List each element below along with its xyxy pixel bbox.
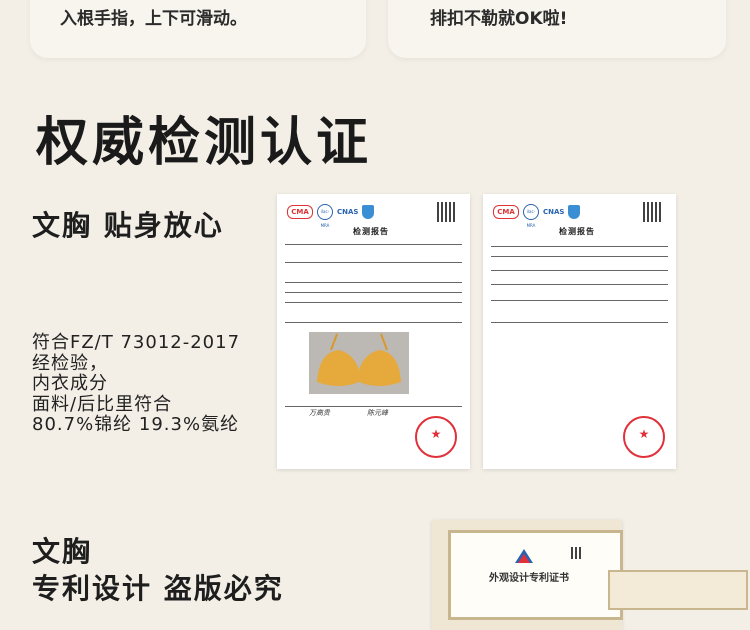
shield-logo-icon bbox=[362, 205, 375, 219]
table-rule bbox=[285, 244, 462, 245]
feature-card-left-text: 入根手指，上下可滑动。 bbox=[60, 9, 247, 29]
patent-certificate-secondary bbox=[608, 570, 748, 610]
table-rule bbox=[491, 284, 668, 285]
qr-code-icon bbox=[571, 547, 583, 559]
section-title: 权威检测认证 bbox=[36, 113, 373, 173]
cnas-logo: CNAS bbox=[543, 208, 565, 216]
patent-emblem-icon bbox=[515, 549, 533, 563]
certification-logos: CMA ilac-MRA CNAS bbox=[287, 204, 375, 228]
bra-illustration bbox=[317, 333, 401, 386]
shield-logo-icon bbox=[568, 205, 581, 219]
feature-card-right-text: 排扣不勒就OK啦! bbox=[430, 9, 568, 29]
signature: 陈元峰 bbox=[367, 409, 388, 417]
table-rule bbox=[285, 282, 462, 283]
cma-logo: CMA bbox=[287, 205, 313, 219]
table-rule bbox=[491, 246, 668, 247]
ilac-logo: ilac-MRA bbox=[317, 204, 333, 228]
feature-card-right: 排扣不勒就OK啦! bbox=[388, 0, 726, 58]
feature-card-left: 入根手指，上下可滑动。 bbox=[30, 0, 366, 58]
desc-line: 符合FZ/T 73012-2017 bbox=[32, 332, 241, 353]
table-rule bbox=[285, 262, 462, 263]
desc-line: 经检验， bbox=[32, 352, 108, 374]
desc-line: 内衣成分 bbox=[32, 373, 108, 394]
table-rule bbox=[285, 302, 462, 303]
certificate-title: 外观设计专利证书 bbox=[489, 573, 569, 584]
inspection-heading: 文胸 贴身放心 bbox=[32, 209, 224, 242]
patent-heading-line2: 专利设计 盗版必究 bbox=[32, 572, 284, 605]
table-rule bbox=[491, 270, 668, 271]
test-report-page-2: CMA ilac-MRA CNAS 检测报告 ★ bbox=[483, 194, 676, 469]
desc-line: 80.7%锦纶 19.3%氨纶 bbox=[32, 414, 240, 435]
report-title: 检测报告 bbox=[353, 226, 389, 236]
desc-line: 面料/后比里符合 bbox=[32, 393, 173, 415]
table-rule bbox=[285, 322, 462, 323]
table-rule bbox=[285, 406, 462, 407]
patent-heading-line1: 文胸 bbox=[32, 535, 93, 568]
official-seal: ★ bbox=[415, 416, 457, 458]
table-rule bbox=[285, 292, 462, 293]
inspection-description: 符合FZ/T 73012-2017 经检验， 内衣成分 面料/后比里符合 80.… bbox=[32, 332, 241, 436]
qr-code-icon bbox=[437, 202, 457, 222]
table-rule bbox=[491, 256, 668, 257]
table-rule bbox=[491, 300, 668, 301]
report-title: 检测报告 bbox=[559, 226, 595, 236]
table-rule bbox=[491, 322, 668, 323]
certification-logos: CMA ilac-MRA CNAS bbox=[493, 204, 581, 228]
ilac-logo: ilac-MRA bbox=[523, 204, 539, 228]
cnas-logo: CNAS bbox=[337, 208, 359, 216]
test-report-page-1: CMA ilac-MRA CNAS 检测报告 万高贵 陈元峰 ★ bbox=[277, 194, 470, 469]
qr-code-icon bbox=[643, 202, 663, 222]
patent-certificate: 外观设计专利证书 bbox=[448, 530, 623, 620]
product-photo bbox=[309, 332, 409, 394]
cma-logo: CMA bbox=[493, 205, 519, 219]
official-seal: ★ bbox=[623, 416, 665, 458]
signature: 万高贵 bbox=[309, 409, 330, 417]
